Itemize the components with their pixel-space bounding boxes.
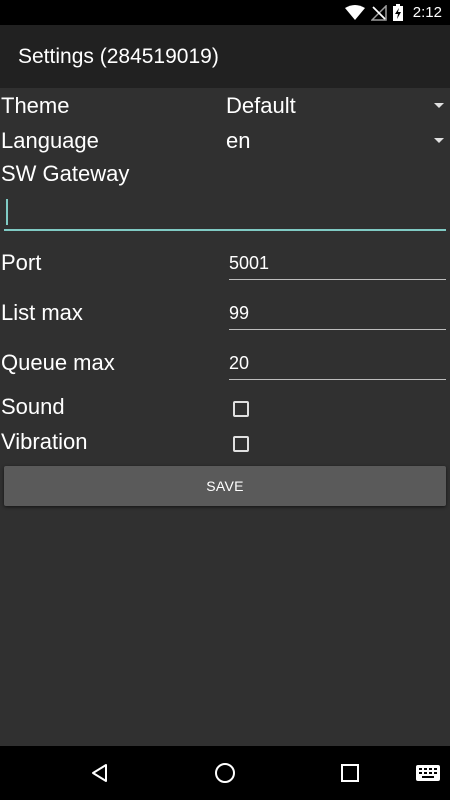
queue-max-value: 20 — [229, 353, 250, 373]
status-time: 2:12 — [412, 4, 442, 21]
sound-label: Sound — [1, 394, 65, 419]
language-label: Language — [1, 128, 99, 153]
status-bar: 2:12 — [0, 0, 450, 25]
battery-charging-icon — [392, 4, 403, 21]
queue-max-label: Queue max — [1, 350, 115, 375]
theme-value: Default — [226, 93, 296, 118]
home-icon[interactable] — [200, 746, 250, 800]
no-signal-icon — [370, 4, 387, 21]
page-title: Settings (284519019) — [18, 44, 219, 68]
dropdown-arrow-icon — [434, 138, 444, 143]
settings-form: Theme Default Language en SW Gateway Por… — [0, 88, 450, 746]
back-icon[interactable] — [75, 746, 125, 800]
vibration-label: Vibration — [1, 429, 88, 454]
theme-spinner[interactable]: Default — [226, 91, 446, 123]
theme-label: Theme — [1, 93, 70, 118]
dropdown-arrow-icon — [434, 103, 444, 108]
port-label: Port — [1, 250, 42, 275]
action-bar: Settings (284519019) — [0, 25, 450, 88]
save-button[interactable]: SAVE — [4, 466, 446, 506]
port-value: 5001 — [229, 253, 270, 273]
gateway-label: SW Gateway — [1, 161, 130, 186]
list-max-value: 99 — [229, 303, 250, 323]
sound-checkbox[interactable] — [233, 401, 249, 417]
port-field[interactable]: 5001 — [229, 250, 446, 280]
recents-icon[interactable] — [325, 746, 375, 800]
wifi-icon — [344, 4, 365, 21]
keyboard-icon[interactable] — [408, 746, 448, 800]
language-spinner[interactable]: en — [226, 126, 446, 158]
list-max-label: List max — [1, 300, 83, 325]
gateway-input[interactable] — [4, 195, 446, 231]
vibration-checkbox[interactable] — [233, 436, 249, 452]
list-max-field[interactable]: 99 — [229, 300, 446, 330]
text-cursor — [6, 199, 8, 225]
language-value: en — [226, 128, 251, 153]
queue-max-field[interactable]: 20 — [229, 350, 446, 380]
navigation-bar — [0, 746, 450, 800]
